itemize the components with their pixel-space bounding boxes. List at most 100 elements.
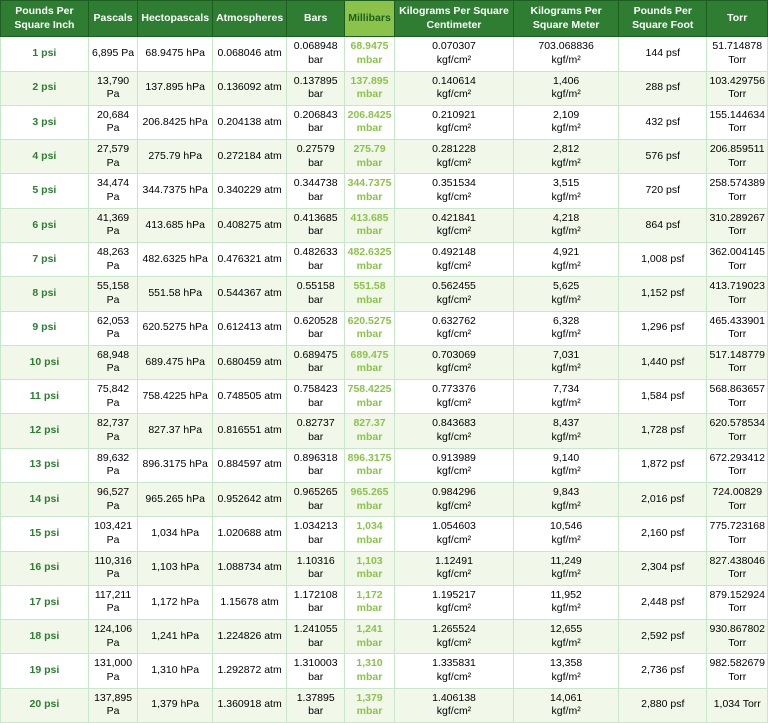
table-cell-r4-c2: 344.7375 hPa xyxy=(138,174,213,208)
table-cell-r0-c7: 703.068836kgf/m² xyxy=(514,37,619,71)
table-cell-r11-c3: 0.816551 atm xyxy=(213,414,287,448)
table-cell-r14-c1: 103,421Pa xyxy=(88,517,138,551)
table-cell-r12-c3: 0.884597 atm xyxy=(213,448,287,482)
table-cell-r2-c9: 155.144634Torr xyxy=(707,105,768,139)
table-cell-r15-c2: 1,103 hPa xyxy=(138,551,213,585)
table-cell-r11-c6: 0.843683kgf/cm² xyxy=(394,414,513,448)
table-cell-r3-c0: 4 psi xyxy=(1,140,89,174)
table-cell-r9-c4: 0.689475 bar xyxy=(287,345,345,379)
table-row: 5 psi34,474 Pa344.7375 hPa0.340229 atm0.… xyxy=(1,174,768,208)
table-cell-r7-c1: 55,158 Pa xyxy=(88,277,138,311)
table-cell-r11-c7: 8,437kgf/m² xyxy=(514,414,619,448)
table-cell-r13-c4: 0.965265 bar xyxy=(287,482,345,516)
table-cell-r3-c1: 27,579 Pa xyxy=(88,140,138,174)
table-cell-r16-c4: 1.172108 bar xyxy=(287,585,345,619)
table-cell-r5-c9: 310.289267Torr xyxy=(707,208,768,242)
table-cell-r17-c1: 124,106Pa xyxy=(88,620,138,654)
table-cell-r10-c8: 1,584 psf xyxy=(619,380,707,414)
table-row: 20 psi137,895Pa1,379 hPa1.360918 atm1.37… xyxy=(1,688,768,722)
table-cell-r3-c7: 2,812kgf/m² xyxy=(514,140,619,174)
table-cell-r5-c0: 6 psi xyxy=(1,208,89,242)
table-row: 15 psi103,421Pa1,034 hPa1.020688 atm1.03… xyxy=(1,517,768,551)
table-cell-r11-c8: 1,728 psf xyxy=(619,414,707,448)
table-cell-r18-c3: 1.292872 atm xyxy=(213,654,287,688)
table-row: 16 psi110,316Pa1,103 hPa1.088734 atm1.10… xyxy=(1,551,768,585)
table-cell-r0-c3: 0.068046 atm xyxy=(213,37,287,71)
table-cell-r19-c0: 20 psi xyxy=(1,688,89,722)
table-cell-r15-c4: 1.10316 bar xyxy=(287,551,345,585)
table-cell-r8-c8: 1,296 psf xyxy=(619,311,707,345)
table-cell-r8-c0: 9 psi xyxy=(1,311,89,345)
table-cell-r6-c6: 0.492148kgf/cm² xyxy=(394,242,513,276)
table-cell-r13-c6: 0.984296kgf/cm² xyxy=(394,482,513,516)
table-cell-r16-c8: 2,448 psf xyxy=(619,585,707,619)
table-cell-r14-c3: 1.020688 atm xyxy=(213,517,287,551)
table-cell-r17-c9: 930.867802Torr xyxy=(707,620,768,654)
table-cell-r10-c3: 0.748505 atm xyxy=(213,380,287,414)
table-cell-r11-c9: 620.578534Torr xyxy=(707,414,768,448)
table-cell-r14-c4: 1.034213 bar xyxy=(287,517,345,551)
table-cell-r16-c5: 1,172mbar xyxy=(345,585,395,619)
table-row: 18 psi124,106Pa1,241 hPa1.224826 atm1.24… xyxy=(1,620,768,654)
table-cell-r9-c6: 0.703069kgf/cm² xyxy=(394,345,513,379)
table-row: 8 psi55,158 Pa551.58 hPa0.544367 atm0.55… xyxy=(1,277,768,311)
table-cell-r17-c6: 1.265524kgf/cm² xyxy=(394,620,513,654)
table-cell-r19-c4: 1.37895 bar xyxy=(287,688,345,722)
table-cell-r19-c8: 2,880 psf xyxy=(619,688,707,722)
table-cell-r13-c7: 9,843kgf/m² xyxy=(514,482,619,516)
table-cell-r1-c0: 2 psi xyxy=(1,71,89,105)
table-cell-r0-c9: 51.714878Torr xyxy=(707,37,768,71)
table-cell-r17-c7: 12,655kgf/m² xyxy=(514,620,619,654)
table-cell-r4-c7: 3,515kgf/m² xyxy=(514,174,619,208)
table-cell-r10-c1: 75,842 Pa xyxy=(88,380,138,414)
table-cell-r11-c5: 827.37mbar xyxy=(345,414,395,448)
table-cell-r17-c5: 1,241mbar xyxy=(345,620,395,654)
table-cell-r14-c8: 2,160 psf xyxy=(619,517,707,551)
table-row: 3 psi20,684 Pa206.8425 hPa0.204138 atm0.… xyxy=(1,105,768,139)
table-cell-r4-c9: 258.574389Torr xyxy=(707,174,768,208)
col-header-8: Pounds Per Square Foot xyxy=(619,1,707,37)
table-cell-r19-c9: 1,034 Torr xyxy=(707,688,768,722)
table-cell-r11-c2: 827.37 hPa xyxy=(138,414,213,448)
table-row: 14 psi96,527 Pa965.265 hPa0.952642 atm0.… xyxy=(1,482,768,516)
table-cell-r12-c4: 0.896318 bar xyxy=(287,448,345,482)
table-cell-r11-c4: 0.82737 bar xyxy=(287,414,345,448)
table-cell-r14-c0: 15 psi xyxy=(1,517,89,551)
table-cell-r12-c9: 672.293412Torr xyxy=(707,448,768,482)
table-cell-r1-c8: 288 psf xyxy=(619,71,707,105)
table-cell-r12-c6: 0.913989kgf/cm² xyxy=(394,448,513,482)
table-row: 6 psi41,369 Pa413.685 hPa0.408275 atm0.4… xyxy=(1,208,768,242)
table-cell-r14-c6: 1.054603kgf/cm² xyxy=(394,517,513,551)
table-cell-r13-c0: 14 psi xyxy=(1,482,89,516)
table-cell-r16-c9: 879.152924Torr xyxy=(707,585,768,619)
table-cell-r0-c4: 0.068948 bar xyxy=(287,37,345,71)
table-cell-r8-c5: 620.5275mbar xyxy=(345,311,395,345)
table-cell-r6-c2: 482.6325 hPa xyxy=(138,242,213,276)
table-cell-r5-c6: 0.421841kgf/cm² xyxy=(394,208,513,242)
table-cell-r0-c8: 144 psf xyxy=(619,37,707,71)
table-cell-r16-c1: 117,211Pa xyxy=(88,585,138,619)
table-cell-r9-c2: 689.475 hPa xyxy=(138,345,213,379)
table-cell-r2-c5: 206.8425mbar xyxy=(345,105,395,139)
table-cell-r19-c3: 1.360918 atm xyxy=(213,688,287,722)
table-cell-r7-c3: 0.544367 atm xyxy=(213,277,287,311)
table-cell-r16-c7: 11,952kgf/m² xyxy=(514,585,619,619)
table-cell-r4-c1: 34,474 Pa xyxy=(88,174,138,208)
table-cell-r9-c9: 517.148779Torr xyxy=(707,345,768,379)
table-cell-r10-c4: 0.758423 bar xyxy=(287,380,345,414)
col-header-9: Torr xyxy=(707,1,768,37)
table-cell-r4-c8: 720 psf xyxy=(619,174,707,208)
table-cell-r13-c3: 0.952642 atm xyxy=(213,482,287,516)
table-cell-r5-c2: 413.685 hPa xyxy=(138,208,213,242)
table-cell-r18-c1: 131,000Pa xyxy=(88,654,138,688)
table-cell-r7-c9: 413.719023Torr xyxy=(707,277,768,311)
table-cell-r2-c7: 2,109kgf/m² xyxy=(514,105,619,139)
table-cell-r1-c9: 103.429756Torr xyxy=(707,71,768,105)
table-cell-r18-c4: 1.310003 bar xyxy=(287,654,345,688)
table-cell-r0-c2: 68.9475 hPa xyxy=(138,37,213,71)
table-row: 19 psi131,000Pa1,310 hPa1.292872 atm1.31… xyxy=(1,654,768,688)
table-cell-r15-c9: 827.438046Torr xyxy=(707,551,768,585)
table-cell-r15-c6: 1.12491kgf/cm² xyxy=(394,551,513,585)
table-cell-r0-c1: 6,895 Pa xyxy=(88,37,138,71)
table-cell-r1-c4: 0.137895 bar xyxy=(287,71,345,105)
